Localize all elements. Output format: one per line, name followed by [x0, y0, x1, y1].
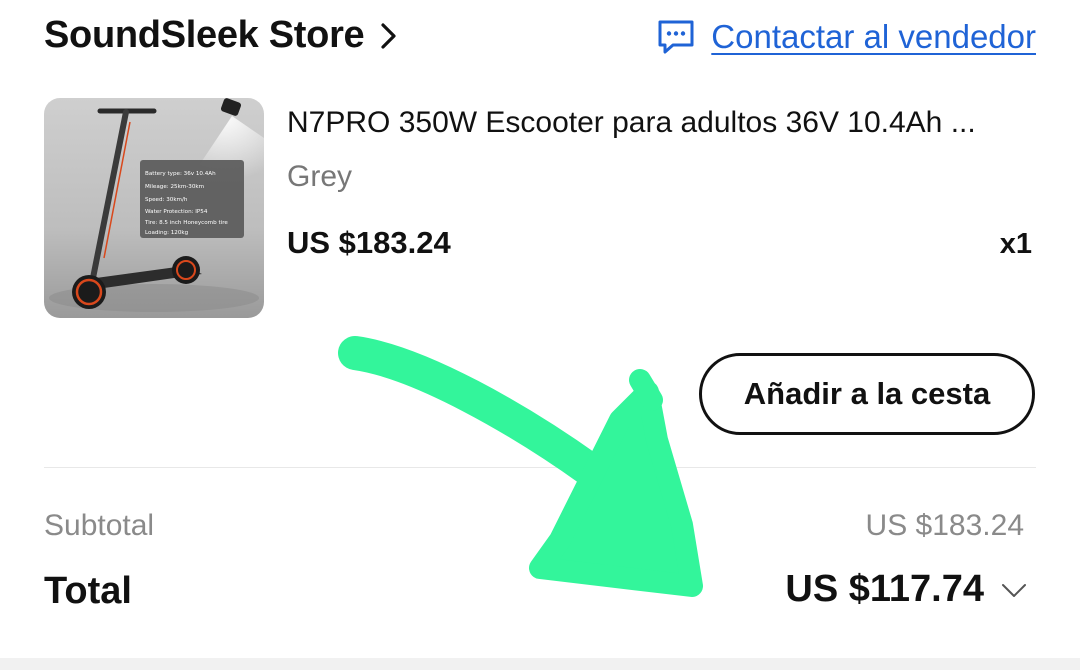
- chevron-down-icon[interactable]: [1000, 579, 1028, 601]
- spec-tire: Tire: 8.5 inch Honeycomb tire: [144, 220, 228, 226]
- product-thumbnail[interactable]: Battery type: 36v 10.4Ah Mileage: 25km-3…: [44, 98, 264, 318]
- product-quantity: x1: [999, 228, 1032, 260]
- add-to-cart-button[interactable]: Añadir a la cesta: [699, 353, 1035, 435]
- subtotal-value: US $183.24: [865, 509, 1024, 542]
- spec-speed: Speed: 30km/h: [145, 197, 188, 203]
- spec-loading: Loading: 120kg: [145, 230, 189, 236]
- scooter-image: Battery type: 36v 10.4Ah Mileage: 25km-3…: [49, 98, 264, 312]
- store-header-link[interactable]: SoundSleek Store: [44, 14, 400, 57]
- chevron-right-icon: [381, 22, 396, 49]
- product-variant: Grey: [287, 160, 353, 193]
- cart-item: Battery type: 36v 10.4Ah Mileage: 25km-3…: [44, 98, 1036, 318]
- spec-mileage: Mileage: 25km-30km: [145, 184, 204, 190]
- spec-battery: Battery type: 36v 10.4Ah: [145, 171, 216, 177]
- subtotal-label: Subtotal: [44, 509, 155, 542]
- contact-seller-link[interactable]: Contactar al vendedor: [657, 18, 1036, 56]
- contact-seller-label: Contactar al vendedor: [711, 18, 1036, 55]
- product-title[interactable]: N7PRO 350W Escooter para adultos 36V 10.…: [287, 106, 1032, 140]
- spec-water: Water Protection: IP54: [145, 209, 208, 215]
- bottom-band: [0, 658, 1080, 670]
- product-price: US $183.24: [287, 225, 451, 260]
- total-label: Total: [44, 570, 132, 612]
- section-divider: [44, 467, 1036, 468]
- store-name: SoundSleek Store: [44, 14, 365, 56]
- total-value[interactable]: US $117.74: [785, 568, 984, 611]
- chat-icon: [658, 20, 694, 54]
